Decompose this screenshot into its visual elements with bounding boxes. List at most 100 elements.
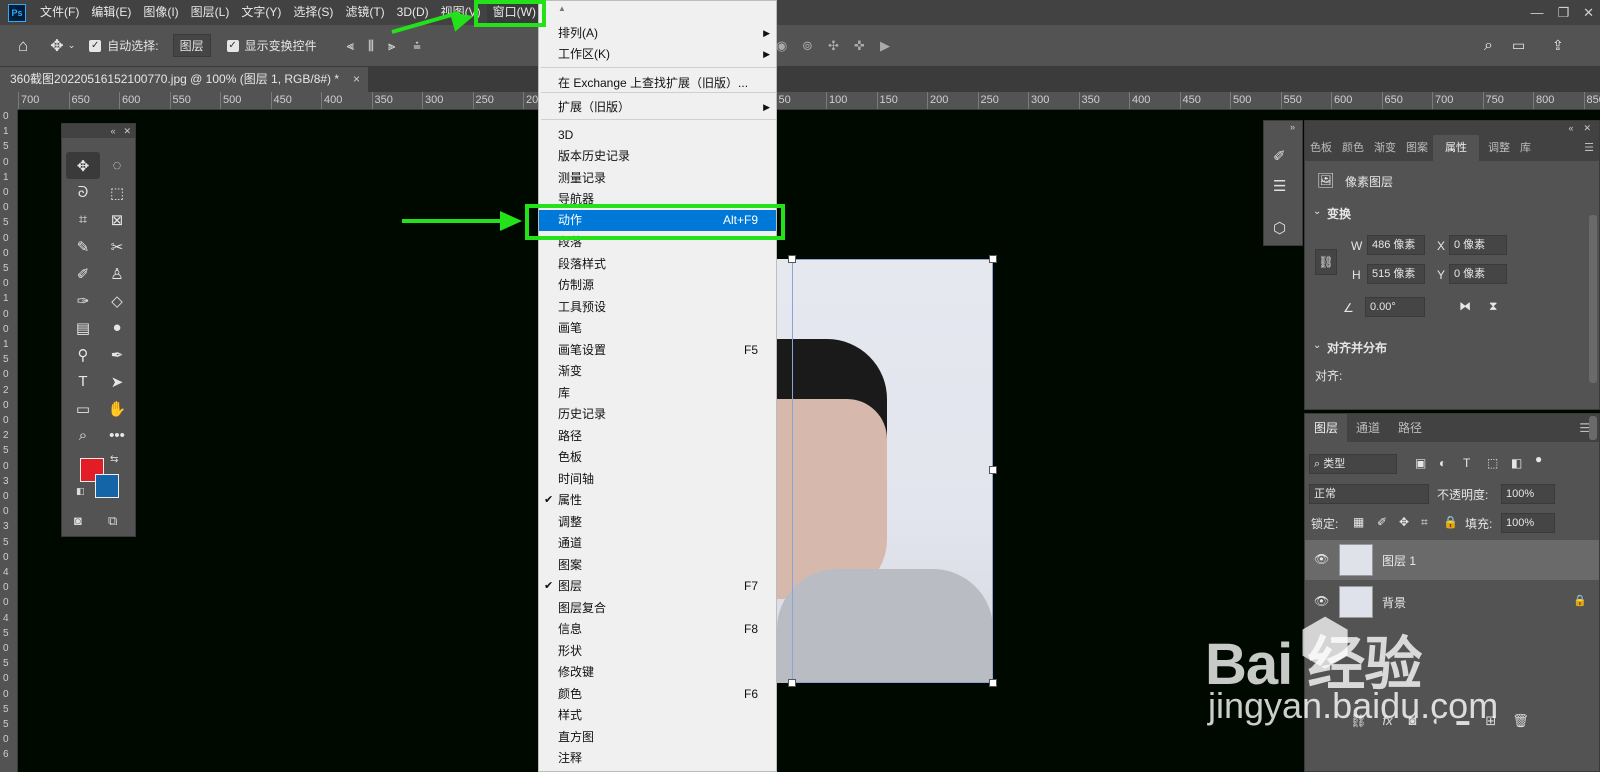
window-menu-item[interactable]: 工具预设 xyxy=(539,297,776,318)
window-menu-item[interactable]: 路径 xyxy=(539,426,776,447)
opacity-field[interactable]: 100% xyxy=(1501,484,1555,504)
window-menu-item[interactable]: 色板 xyxy=(539,447,776,468)
layers-scrollbar[interactable] xyxy=(1589,416,1597,440)
link-icon[interactable]: ⛓ xyxy=(1315,249,1337,275)
menu-image[interactable]: 图像(I) xyxy=(137,0,184,25)
swap-colors-icon[interactable]: ⇆ xyxy=(110,454,118,465)
window-menu-item[interactable]: 库 xyxy=(539,383,776,404)
search-icon[interactable]: ⌕ xyxy=(1484,37,1493,55)
window-menu-item[interactable]: 形状 xyxy=(539,641,776,662)
close-panel-icon[interactable]: ✕ xyxy=(1583,123,1591,134)
window-menu-item[interactable]: 图层复合 xyxy=(539,598,776,619)
auto-select-checkbox[interactable]: ✓ xyxy=(89,39,102,52)
close-icon[interactable]: ✕ xyxy=(1583,5,1594,21)
home-icon[interactable]: ⌂ xyxy=(18,36,28,56)
brush-tool-icon[interactable]: ✐ xyxy=(66,260,100,287)
lasso-tool-icon[interactable]: ᘐ xyxy=(66,179,100,206)
width-field[interactable]: 486 像素 xyxy=(1367,235,1425,255)
x-field[interactable]: 0 像素 xyxy=(1449,235,1507,255)
window-menu-item[interactable]: 调整 xyxy=(539,512,776,533)
window-menu-item[interactable]: 画笔 xyxy=(539,318,776,339)
filter-shape-icon[interactable]: ⬚ xyxy=(1487,456,1498,470)
filter-toggle-icon[interactable]: ● xyxy=(1535,452,1542,466)
align-center-icon[interactable]: ⫼ xyxy=(368,38,374,54)
transform-handle-br[interactable] xyxy=(989,679,997,687)
tab-patterns[interactable]: 图案 xyxy=(1401,135,1433,161)
screen-mode-icon[interactable]: ⧉ xyxy=(108,513,117,529)
window-menu-item[interactable]: 仿制源 xyxy=(539,275,776,296)
flip-vertical-icon[interactable]: ⧗ xyxy=(1489,299,1497,314)
window-menu-item[interactable]: 渐变 xyxy=(539,361,776,382)
expand-icon[interactable]: » xyxy=(1290,122,1295,132)
flip-horizontal-icon[interactable]: ⧓ xyxy=(1459,299,1471,313)
document-tab[interactable]: 360截图20220516152100770.jpg @ 100% (图层 1,… xyxy=(0,67,368,92)
window-menu-item[interactable]: 在 Exchange 上查找扩展（旧版）... xyxy=(539,73,776,94)
minimize-icon[interactable]: — xyxy=(1530,5,1543,20)
align-top-icon[interactable]: ⩮ xyxy=(413,38,421,54)
3d-roll-icon[interactable]: ⊚ xyxy=(802,38,813,54)
window-menu-item[interactable]: 图案 xyxy=(539,555,776,576)
menu-layer[interactable]: 图层(L) xyxy=(185,0,236,25)
workspace-icon[interactable]: ▭ xyxy=(1512,37,1525,54)
tab-color[interactable]: 颜色 xyxy=(1337,135,1369,161)
window-menu-item[interactable]: 信息 F8 xyxy=(539,619,776,640)
hand-tool-icon[interactable]: ✋ xyxy=(100,395,134,422)
background-color-swatch[interactable] xyxy=(95,474,119,498)
lock-position-icon[interactable]: ✥ xyxy=(1399,515,1409,529)
visibility-eye-icon[interactable]: 👁 xyxy=(1314,552,1329,566)
chevron-down-icon[interactable]: ⌄ xyxy=(68,40,76,51)
frame-tool-icon[interactable]: ⊠ xyxy=(100,206,134,233)
lock-image-icon[interactable]: ✐ xyxy=(1377,515,1387,529)
window-menu-item[interactable]: 工作区(K) ▶ xyxy=(539,44,776,65)
chevron-down-icon[interactable]: ⌄ xyxy=(1313,206,1321,217)
scroll-up-icon[interactable]: ▲ xyxy=(558,4,566,13)
tab-gradient[interactable]: 渐变 xyxy=(1369,135,1401,161)
window-menu-item[interactable]: 画笔设置 F5 xyxy=(539,340,776,361)
more-tools-icon[interactable]: ••• xyxy=(100,422,134,449)
3d-slide-icon[interactable]: ✜ xyxy=(854,38,865,54)
window-menu-item[interactable]: 时间轴 xyxy=(539,469,776,490)
window-menu-item[interactable]: ✔ 属性 xyxy=(539,490,776,511)
filter-adjustment-icon[interactable]: ◐ xyxy=(1439,456,1446,470)
lock-artboard-icon[interactable]: ⌗ xyxy=(1421,515,1428,530)
auto-select-dropdown[interactable]: 图层 xyxy=(172,34,211,57)
window-menu-item[interactable]: 颜色 F6 xyxy=(539,684,776,705)
fill-field[interactable]: 100% xyxy=(1501,513,1555,533)
window-menu-item[interactable]: 3D xyxy=(539,125,776,146)
lock-transparent-icon[interactable]: ▦ xyxy=(1353,515,1364,529)
close-tab-icon[interactable]: × xyxy=(353,67,360,92)
quick-mask-icon[interactable]: ◙ xyxy=(74,513,82,528)
blur-tool-icon[interactable]: ● xyxy=(100,314,134,341)
transform-handle-tl[interactable] xyxy=(788,255,796,263)
menu-file[interactable]: 文件(F) xyxy=(34,0,85,25)
transform-handle-tr[interactable] xyxy=(989,255,997,263)
brush-panel-icon[interactable]: ✐ xyxy=(1273,147,1286,165)
collapse-icon[interactable]: « xyxy=(110,126,115,136)
tab-adjustments[interactable]: 调整 xyxy=(1483,135,1515,161)
window-menu-item[interactable]: ✔ 图层 F7 xyxy=(539,576,776,597)
window-menu-item[interactable]: 修改键 xyxy=(539,662,776,683)
align-right-icon[interactable]: ⫸ xyxy=(388,38,395,54)
menu-type[interactable]: 文字(Y) xyxy=(235,0,287,25)
type-tool-icon[interactable]: T xyxy=(66,368,100,395)
eyedropper-tool-icon[interactable]: ✎ xyxy=(66,233,100,260)
3d-panel-icon[interactable]: ⬡ xyxy=(1273,219,1286,237)
tab-properties[interactable]: 属性 xyxy=(1433,135,1479,161)
healing-tool-icon[interactable]: ✂ xyxy=(100,233,134,260)
close-panel-icon[interactable]: ✕ xyxy=(123,126,131,137)
tab-layers[interactable]: 图层 xyxy=(1305,414,1348,442)
lock-all-icon[interactable]: 🔒 xyxy=(1443,515,1458,529)
pen-tool-icon[interactable]: ✒ xyxy=(100,341,134,368)
3d-camera-icon[interactable]: ▶ xyxy=(880,38,890,54)
marquee-tool-icon[interactable]: ◌ xyxy=(100,152,134,179)
stamp-tool-icon[interactable]: ♙ xyxy=(100,260,134,287)
menu-filter[interactable]: 滤镜(T) xyxy=(339,0,390,25)
layer-filter-dropdown[interactable]: ⌕ 类型 xyxy=(1309,454,1397,474)
filter-type-icon[interactable]: T xyxy=(1463,456,1470,470)
window-menu-item[interactable]: 通道 xyxy=(539,533,776,554)
window-menu-item[interactable]: 样式 xyxy=(539,705,776,726)
show-transform-checkbox[interactable]: ✓ xyxy=(226,39,239,52)
layer-row[interactable]: 👁 图层 1 xyxy=(1305,540,1599,580)
eraser-tool-icon[interactable]: ◇ xyxy=(100,287,134,314)
move-tool-icon[interactable]: ✥ xyxy=(50,36,63,56)
